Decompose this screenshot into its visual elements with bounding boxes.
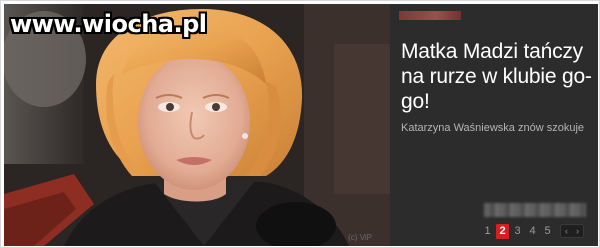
site-watermark: www.wiocha.pl	[10, 10, 207, 38]
page-1-button[interactable]: 1	[481, 224, 494, 239]
category-tag-blurred	[399, 11, 461, 20]
article-subtitle[interactable]: Katarzyna Waśniewska znów szokuje	[401, 121, 597, 135]
page-4-button[interactable]: 4	[526, 224, 539, 239]
article-photo[interactable]: www.wiocha.pl (c) ViP	[4, 4, 390, 246]
chevron-left-icon[interactable]: ‹	[565, 225, 568, 237]
pager-arrows: ‹ ›	[560, 224, 584, 238]
page-5-button[interactable]: 5	[541, 224, 554, 239]
pagination: 1 2 3 4 5 ‹ ›	[481, 223, 584, 239]
chevron-right-icon[interactable]: ›	[576, 225, 579, 237]
portrait-illustration	[4, 4, 390, 246]
news-slider-widget: www.wiocha.pl (c) ViP Matka Madzi tańczy…	[0, 0, 600, 248]
article-headline[interactable]: Matka Madzi tańczy na rurze w klubie go-…	[401, 39, 597, 114]
blurred-label	[484, 203, 586, 217]
page-2-button[interactable]: 2	[496, 223, 509, 239]
article-info-panel: Matka Madzi tańczy na rurze w klubie go-…	[390, 4, 598, 246]
page-3-button[interactable]: 3	[511, 224, 524, 239]
photo-credit: (c) ViP	[348, 233, 372, 242]
